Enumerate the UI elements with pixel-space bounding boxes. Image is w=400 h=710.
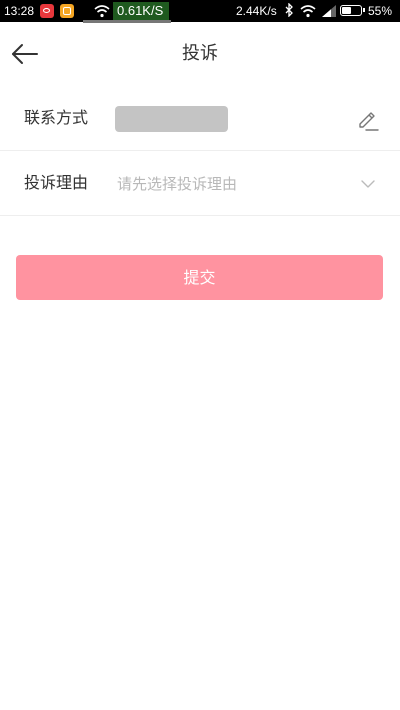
page-title: 投诉 — [182, 43, 218, 64]
contact-label: 联系方式 — [24, 108, 89, 127]
battery-icon — [340, 5, 365, 16]
wifi-signal-icon — [300, 5, 316, 18]
app-header: 投诉 — [0, 22, 400, 86]
reason-label: 投诉理由 — [24, 173, 89, 192]
submit-button[interactable]: 提交 — [16, 255, 383, 300]
status-time: 13:28 — [4, 4, 35, 18]
network-speed-left: 0.61K/S — [82, 2, 172, 23]
status-bar: 13:28 0.61K/S 2.44K/s 55% — [0, 0, 400, 23]
reason-select[interactable]: 请先选择投诉理由 — [110, 168, 390, 200]
reason-placeholder: 请先选择投诉理由 — [117, 175, 238, 193]
battery-level — [342, 7, 352, 14]
app-notification-icon — [60, 4, 74, 18]
contact-row: 联系方式 — [0, 87, 400, 151]
wifi-icon — [94, 5, 110, 18]
contact-value-field[interactable] — [115, 106, 228, 132]
battery-percent: 55% — [368, 4, 393, 18]
weibo-notification-icon — [40, 4, 54, 18]
pencil-icon[interactable] — [354, 106, 380, 132]
reason-row: 投诉理由 请先选择投诉理由 — [0, 152, 400, 216]
complaint-page: 13:28 0.61K/S 2.44K/s 55% 投诉 联系方式 投诉理由 请… — [0, 0, 400, 710]
network-speed-right: 2.44K/s — [236, 4, 277, 18]
bluetooth-icon — [285, 3, 293, 17]
cell-signal-icon — [322, 5, 336, 17]
chevron-down-icon — [361, 180, 375, 188]
